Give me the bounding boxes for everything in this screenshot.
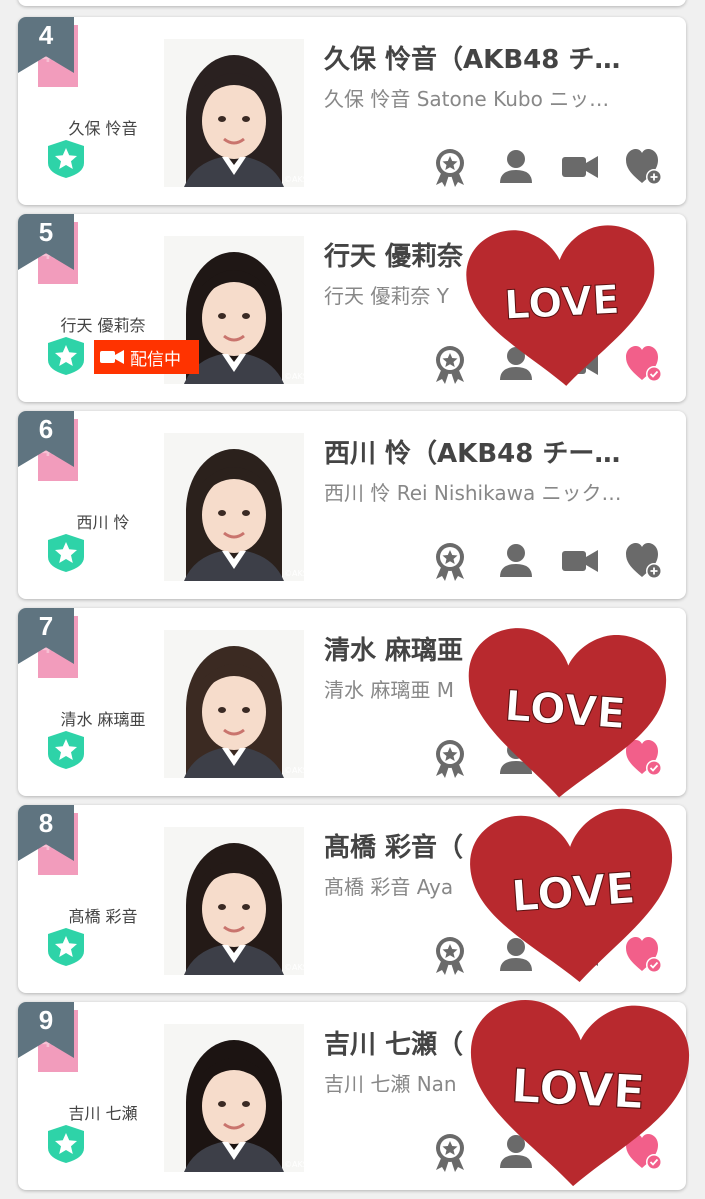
member-card[interactable]: 48 6 西川 怜 ©AKS 西川 怜（AKB48 チー… 西川 怜 Rei N… — [18, 411, 686, 599]
rank-number: 9 — [38, 1005, 54, 1035]
member-subtitle: 西川 怜 Rei Nishikawa ニック… — [324, 481, 622, 505]
video-camera-icon[interactable] — [560, 541, 600, 581]
member-photo[interactable]: ©AKS — [164, 39, 304, 187]
rank-number: 4 — [38, 20, 54, 50]
love-label: LOVE — [510, 864, 637, 923]
photo-watermark: ©AKS — [284, 766, 304, 775]
member-photo[interactable]: ©AKS — [164, 1024, 304, 1172]
member-subtitle: 久保 怜音 Satone Kubo ニッ… — [324, 87, 610, 111]
rank-number: 8 — [38, 808, 54, 838]
member-short-name: 久保 怜音 — [68, 119, 138, 138]
profile-person-icon[interactable] — [496, 541, 536, 581]
love-heart-sticker: LOVE — [457, 984, 699, 1199]
award-ribbon-icon[interactable] — [430, 935, 470, 975]
love-heart-sticker: LOVE — [454, 611, 677, 814]
rank-number: 5 — [38, 217, 54, 247]
member-photo[interactable]: ©AKS — [164, 827, 304, 975]
member-short-name: 西川 怜 — [76, 513, 130, 532]
member-short-name: 清水 麻璃亜 — [60, 710, 146, 729]
love-label: LOVE — [503, 681, 627, 738]
rank-badge: 48 7 — [18, 608, 78, 680]
rank-number: 7 — [38, 611, 54, 641]
star-shield-icon — [48, 928, 84, 966]
photo-watermark: ©AKS — [284, 1160, 304, 1169]
award-ribbon-icon[interactable] — [430, 541, 470, 581]
member-short-name: 髙橋 彩音 — [68, 907, 138, 926]
photo-watermark: ©AKS — [284, 963, 304, 972]
star-shield-icon — [48, 140, 84, 178]
rank-badge: 48 4 — [18, 17, 78, 89]
member-title[interactable]: 久保 怜音（AKB48 チ… — [324, 39, 664, 76]
rank-badge: 48 5 — [18, 214, 78, 286]
photo-watermark: ©AKS — [284, 372, 304, 381]
live-streaming-badge[interactable]: 配信中 — [94, 340, 199, 374]
heart-plus-icon[interactable] — [624, 541, 664, 581]
member-photo[interactable]: ©AKS — [164, 630, 304, 778]
love-heart-sticker: LOVE — [459, 791, 687, 1000]
member-short-name: 吉川 七瀬 — [68, 1104, 138, 1123]
profile-person-icon[interactable] — [496, 147, 536, 187]
star-shield-icon — [48, 731, 84, 769]
star-shield-icon — [48, 534, 84, 572]
love-label: LOVE — [503, 277, 621, 329]
love-heart-sticker: LOVE — [458, 213, 667, 397]
ranking-list: 48 4 久保 怜音 ©AKS 久保 怜音（AKB48 チ… 久保 怜音 Sat… — [0, 0, 705, 1199]
photo-watermark: ©AKS — [284, 569, 304, 578]
video-camera-icon — [100, 350, 124, 364]
rank-badge: 48 6 — [18, 411, 78, 483]
video-camera-icon[interactable] — [560, 147, 600, 187]
rank-badge: 48 8 — [18, 805, 78, 877]
award-ribbon-icon[interactable] — [430, 147, 470, 187]
member-title[interactable]: 西川 怜（AKB48 チー… — [324, 433, 664, 470]
heart-plus-icon[interactable] — [624, 147, 664, 187]
photo-watermark: ©AKS — [284, 175, 304, 184]
member-card[interactable]: 48 4 久保 怜音 ©AKS 久保 怜音（AKB48 チ… 久保 怜音 Sat… — [18, 17, 686, 205]
love-label: LOVE — [510, 1059, 646, 1120]
rank-badge: 48 9 — [18, 1002, 78, 1074]
rank-number: 6 — [38, 414, 54, 444]
previous-card-edge — [18, 0, 686, 6]
star-shield-icon — [48, 337, 84, 375]
member-short-name: 行天 優莉奈 — [60, 316, 146, 335]
live-label: 配信中 — [130, 349, 181, 370]
member-photo[interactable]: ©AKS — [164, 433, 304, 581]
star-shield-icon — [48, 1125, 84, 1163]
